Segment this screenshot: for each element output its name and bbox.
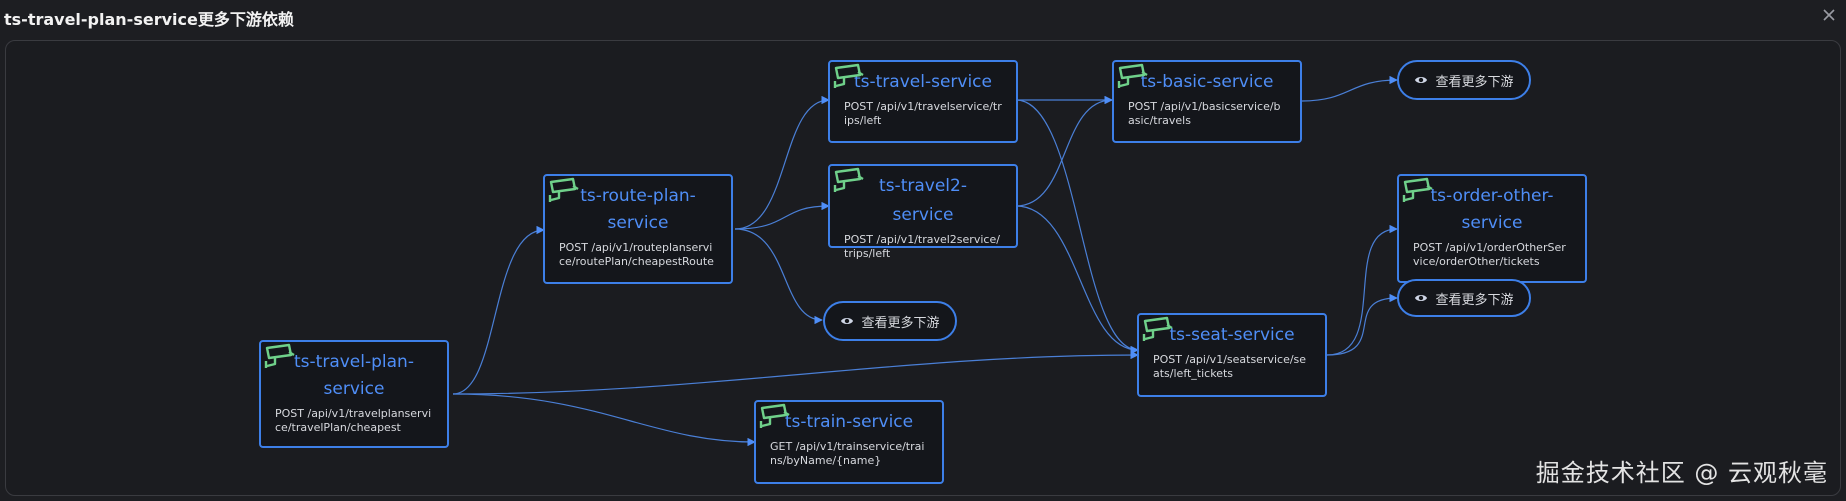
node-endpoint: POST /api/v1/travelservice/trips/left (844, 100, 1002, 127)
node-travel-plan-service[interactable]: ts-travel-plan- service POST /api/v1/tra… (259, 340, 449, 448)
node-title: ts-travel-service (853, 72, 992, 92)
edge-travelplan-routeplan (452, 225, 545, 395)
node-endpoint: POST /api/v1/basicservice/basic/travels (1128, 100, 1281, 127)
node-title-line1: ts-order-other- (1430, 186, 1554, 206)
camera-icon (1142, 316, 1173, 341)
node-route-plan-service[interactable]: ts-route-plan- service POST /api/v1/rout… (543, 174, 733, 284)
view-more-downstream-button[interactable]: 查看更多下游 (1397, 279, 1531, 317)
edge-travelplan-seat (452, 350, 1139, 395)
node-endpoint: POST /api/v1/seatservice/seats/left_tick… (1153, 353, 1307, 380)
camera-icon (264, 343, 295, 368)
node-title-line2: service (607, 213, 669, 233)
edge-travel2-seat (1015, 205, 1139, 355)
node-order-other-service[interactable]: ts-order-other- service POST /api/v1/ord… (1397, 174, 1587, 283)
edge-travelplan-train (452, 393, 756, 447)
node-train-service[interactable]: ts-train-service GET /api/v1/trainservic… (754, 400, 944, 484)
node-basic-service[interactable]: ts-basic-service POST /api/v1/basicservi… (1112, 60, 1302, 143)
node-title: ts-train-service (784, 412, 914, 432)
edge-basic-more (1301, 75, 1398, 102)
camera-icon (759, 403, 790, 428)
node-title-line1: ts-travel-plan- (294, 352, 414, 372)
edge-travel2-basic (1015, 95, 1113, 207)
camera-icon (1402, 177, 1433, 202)
camera-icon (833, 63, 864, 88)
node-travel2-service[interactable]: ts-travel2-service POST /api/v1/travel2s… (828, 164, 1018, 260)
camera-icon (833, 167, 864, 192)
camera-icon (548, 177, 579, 202)
node-seat-service[interactable]: ts-seat-service POST /api/v1/seatservice… (1137, 313, 1327, 397)
edge-routeplan-more (734, 228, 823, 325)
eye-icon (1415, 295, 1428, 301)
node-travel-service[interactable]: ts-travel-service POST /api/v1/travelser… (828, 60, 1018, 143)
view-more-label: 查看更多下游 (861, 315, 940, 331)
eye-icon (841, 318, 854, 324)
node-title: ts-travel2-service (879, 176, 967, 225)
node-endpoint: POST /api/v1/orderOtherService/orderOthe… (1413, 241, 1566, 268)
node-endpoint: GET /api/v1/trainservice/trains/byName/{… (770, 440, 925, 467)
camera-icon (1117, 63, 1148, 88)
node-endpoint: POST /api/v1/routeplanservice/routePlan/… (559, 241, 714, 268)
view-more-downstream-button[interactable]: 查看更多下游 (823, 301, 957, 341)
node-title-line1: ts-route-plan- (580, 186, 696, 206)
watermark: 掘金技术社区 @ 云观秋毫 (1535, 459, 1828, 487)
node-endpoint: POST /api/v1/travelplanservice/travelPla… (275, 407, 432, 434)
view-more-downstream-button[interactable]: 查看更多下游 (1397, 60, 1531, 100)
node-title-line2: service (1461, 213, 1523, 233)
view-more-label: 查看更多下游 (1435, 74, 1514, 90)
eye-icon (1415, 77, 1428, 83)
edge-routeplan-travel (734, 95, 830, 230)
node-title-line2: service (323, 379, 385, 399)
node-title: ts-seat-service (1169, 325, 1295, 345)
edge-seat-more (1326, 293, 1398, 356)
node-endpoint: POST /api/v1/travel2service/trips/left (844, 233, 1000, 260)
view-more-label: 查看更多下游 (1435, 292, 1514, 308)
node-title: ts-basic-service (1140, 72, 1274, 92)
